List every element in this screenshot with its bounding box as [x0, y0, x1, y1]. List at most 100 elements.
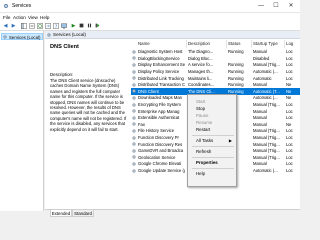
service-log-on-as: Loc: [286, 135, 293, 141]
column-header-status[interactable]: Status: [228, 40, 252, 48]
service-log-on-as: Loc: [286, 55, 293, 61]
menu-separator: [192, 146, 234, 147]
menu-item-pause[interactable]: Pause: [196, 113, 208, 118]
help-icon[interactable]: ?: [52, 23, 59, 30]
service-log-on-as: Loc: [286, 62, 293, 68]
menu-action[interactable]: Action: [13, 15, 26, 20]
service-name: Downloaded Maps Man: [138, 95, 182, 101]
menu-item-all-tasks[interactable]: All Tasks: [196, 138, 213, 143]
service-log-on-as: Loc: [286, 154, 293, 160]
export-icon[interactable]: [44, 23, 51, 30]
gear-icon: [132, 102, 136, 107]
maximize-button[interactable]: ☐: [270, 0, 282, 12]
service-name: Distributed Transaction Coo...: [138, 82, 185, 88]
start-service-icon[interactable]: ▶: [70, 23, 77, 30]
pause-service-icon[interactable]: [86, 23, 93, 30]
service-name: Encrypting File System: [138, 102, 181, 108]
service-startup-type: Automatic (...: [253, 168, 278, 174]
service-status: Running: [228, 69, 244, 75]
service-startup-type: Automatic (...: [253, 95, 278, 101]
menu-item-restart[interactable]: Restart: [196, 127, 210, 132]
menu-view[interactable]: View: [28, 15, 38, 20]
forward-icon[interactable]: ▶: [10, 23, 17, 30]
menu-item-stop[interactable]: Stop: [196, 106, 205, 111]
service-log-on-as: Loc: [286, 69, 293, 75]
gear-icon: [3, 35, 7, 39]
properties-icon[interactable]: [28, 23, 35, 30]
tab-standard[interactable]: Standard: [72, 210, 94, 217]
service-description: Maintains li...: [188, 75, 213, 81]
gear-icon: [132, 83, 136, 87]
menu-item-resume[interactable]: Resume: [196, 120, 212, 125]
close-button[interactable]: ✕: [285, 0, 297, 12]
service-name: Fax: [138, 121, 145, 127]
table-row[interactable]: DialogBlockingService Dialog Bloc... Disab…: [131, 55, 300, 62]
column-header-name[interactable]: Name: [138, 40, 187, 48]
column-header-log-on-as[interactable]: Log: [286, 40, 300, 48]
tree-item-services-local[interactable]: Services (Local): [1, 33, 43, 40]
menu-item-start[interactable]: Start: [196, 99, 205, 104]
table-row[interactable]: Distributed Transaction Coo...Coordinate…: [131, 82, 300, 89]
service-log-on-as: Ne: [286, 88, 292, 94]
column-header-description[interactable]: Description: [188, 40, 227, 48]
column-header-startup-type[interactable]: Startup Type: [253, 40, 285, 48]
table-row[interactable]: Distributed Link Tracking Cl...Maintains…: [131, 75, 300, 82]
menu-separator: [192, 168, 234, 169]
menu-bar: File Action View Help: [0, 13, 300, 22]
service-name: Distributed Link Tracking Cl...: [138, 75, 185, 81]
service-log-on-as: Ne: [286, 82, 292, 88]
refresh-icon[interactable]: [36, 23, 43, 30]
gear-icon: [132, 50, 136, 54]
service-title: DNS Client: [50, 44, 79, 50]
service-status: Running: [228, 49, 244, 55]
service-startup-type: Manual (Trig...: [253, 102, 280, 108]
service-log-on-as: Loc: [286, 148, 293, 154]
table-row[interactable]: Diagnostic System Host The Diagno... Runni…: [131, 49, 300, 56]
menu-item-refresh[interactable]: Refresh: [196, 149, 211, 154]
service-name: Extensible Authenticat: [138, 115, 180, 121]
service-startup-type: Manual: [253, 161, 267, 167]
table-row[interactable]: Display Policy Service Manages th... Runni…: [131, 68, 300, 75]
minimize-button[interactable]: —: [255, 0, 267, 12]
console-tree-icon[interactable]: [20, 23, 27, 30]
main-content: Services (Local) DNS Client Description:…: [45, 31, 300, 211]
service-startup-type: Manual (Trig...: [253, 135, 280, 141]
window-title: Services: [12, 3, 32, 9]
gear-icon: [47, 32, 51, 37]
monitor-icon[interactable]: [60, 23, 67, 30]
restart-service-icon[interactable]: [94, 23, 101, 30]
menu-item-properties[interactable]: Properties: [196, 160, 218, 165]
menu-help[interactable]: Help: [40, 15, 49, 20]
table-row[interactable]: Display Enhancement ServiceA service fo.…: [131, 62, 300, 69]
service-name: DNS Client: [138, 88, 159, 94]
service-startup-type: Manual: [253, 82, 267, 88]
description-pane: DNS Client Description: The DNS Client s…: [50, 44, 130, 132]
service-log-on-as: Loc: [286, 102, 293, 108]
service-description: Manages th...: [188, 69, 214, 75]
service-log-on-as: Ne: [286, 121, 292, 127]
service-name: Geolocation Service: [138, 154, 176, 160]
service-startup-type: Manual: [253, 108, 267, 114]
gear-icon: [132, 155, 136, 159]
tree-item-label: Services (Local): [9, 34, 41, 40]
service-startup-type: Manual (Trig...: [253, 154, 280, 160]
view-tabs: Extended Standard: [45, 209, 300, 217]
gear-icon: [132, 76, 136, 80]
menu-item-help[interactable]: Help: [196, 171, 205, 176]
toolbar: ◀ ▶ ? ▶: [0, 22, 300, 31]
tab-extended[interactable]: Extended: [50, 210, 72, 217]
service-startup-type: Manual (Trig...: [253, 148, 280, 154]
services-app-icon: [3, 3, 9, 9]
service-startup-type: Manual (Trig...: [253, 141, 280, 147]
gear-icon: [132, 129, 136, 133]
context-menu: Start Stop Pause Resume Restart All Task…: [187, 94, 237, 187]
menu-separator: [192, 157, 234, 158]
gear-icon: [132, 168, 136, 173]
status-bar: [0, 217, 300, 221]
service-startup-type: Manual (Trig...: [253, 62, 280, 68]
back-icon[interactable]: ◀: [2, 23, 9, 30]
menu-file[interactable]: File: [3, 15, 10, 20]
stop-service-icon[interactable]: [78, 23, 85, 30]
content-header-title: Services (Local): [53, 32, 86, 38]
service-name: DialogBlockingService: [138, 55, 180, 61]
